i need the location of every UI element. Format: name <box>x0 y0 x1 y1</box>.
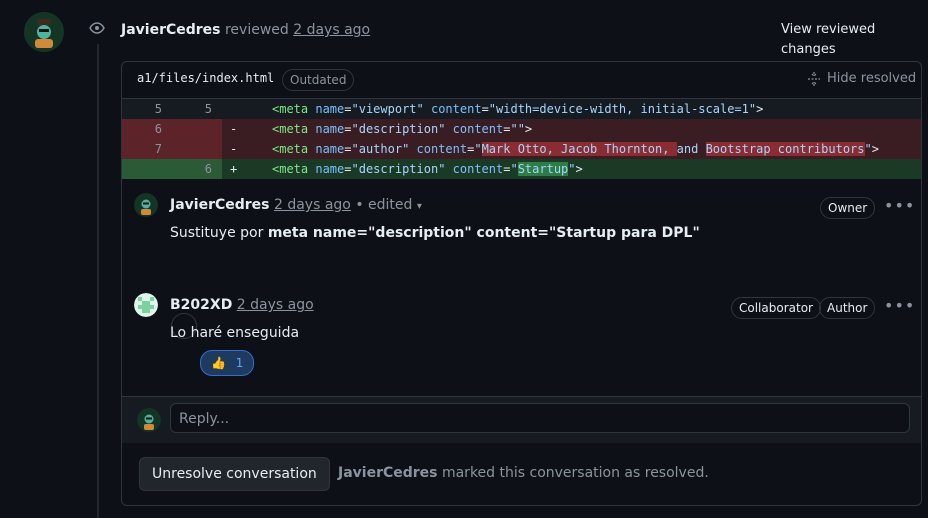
comment-list: JavierCedres 2 days ago • edited ▾ Owner… <box>122 180 921 396</box>
outdated-badge: Outdated <box>282 69 355 91</box>
new-line-number[interactable]: 5 <box>182 99 212 119</box>
hide-resolved-button[interactable]: Hide resolved <box>827 71 916 86</box>
new-line-number[interactable]: 6 <box>182 159 212 179</box>
code-line: <meta name="description" content=""> <box>272 122 533 136</box>
view-reviewed-changes-link[interactable]: View reviewed changes <box>781 20 928 60</box>
collaborator-badge: Collaborator <box>731 297 821 319</box>
old-line-number[interactable]: 7 <box>132 139 162 159</box>
comment-avatar[interactable] <box>134 193 158 217</box>
comment-body: Lo haré enseguida <box>170 325 300 341</box>
edited-label[interactable]: • edited <box>355 197 412 213</box>
diff-view: 5 5 <meta name="viewport" content="width… <box>122 99 921 179</box>
resolved-by-user[interactable]: JavierCedres <box>338 465 438 481</box>
file-path[interactable]: a1/files/index.html <box>137 71 274 85</box>
comment-avatar[interactable] <box>134 293 158 317</box>
old-line-number[interactable]: 6 <box>132 119 162 139</box>
resolved-text: marked this conversation as resolved. <box>441 465 709 481</box>
thumbs-up-reaction[interactable]: 👍 1 <box>200 350 255 376</box>
reply-input[interactable]: Reply... <box>170 403 910 433</box>
diff-line-deleted: 7 - <meta name="author" content="Mark Ot… <box>122 139 921 159</box>
code-line: <meta name="viewport" content="width=dev… <box>272 102 764 116</box>
diff-line: 5 5 <meta name="viewport" content="width… <box>122 99 921 119</box>
review-action: reviewed <box>224 22 289 38</box>
comment-time[interactable]: 2 days ago <box>274 197 351 213</box>
diff-line-added: 6 + <meta name="description" content="St… <box>122 159 921 179</box>
current-user-avatar[interactable] <box>137 408 161 432</box>
diff-sign: - <box>230 142 238 156</box>
reaction-count: 1 <box>235 356 244 370</box>
thumbs-up-icon: 👍 <box>211 356 226 370</box>
old-line-number[interactable]: 5 <box>132 99 162 119</box>
timeline-line <box>97 44 99 518</box>
eye-icon <box>89 20 105 36</box>
comment-body: Sustituye por meta name="description" co… <box>170 225 700 241</box>
fold-icon[interactable] <box>807 71 821 87</box>
kebab-menu-icon[interactable]: ••• <box>884 196 915 215</box>
review-time[interactable]: 2 days ago <box>293 22 370 38</box>
unresolve-conversation-button[interactable]: Unresolve conversation <box>139 457 330 491</box>
comment-author[interactable]: B202XD <box>170 297 232 313</box>
comment-time[interactable]: 2 days ago <box>237 297 314 313</box>
diff-sign: + <box>230 162 238 176</box>
code-line: <meta name="description" content="Startu… <box>272 162 583 176</box>
owner-badge: Owner <box>820 197 876 219</box>
chevron-down-icon[interactable]: ▾ <box>417 201 422 212</box>
review-author[interactable]: JavierCedres <box>121 22 221 38</box>
review-thread: a1/files/index.html Outdated Hide resolv… <box>121 61 922 506</box>
kebab-menu-icon[interactable]: ••• <box>884 296 915 315</box>
reviewer-avatar[interactable] <box>24 12 64 52</box>
reply-row: Reply... <box>122 396 921 443</box>
author-badge: Author <box>819 297 876 319</box>
code-line: <meta name="author" content="Mark Otto, … <box>272 142 879 156</box>
comment-author[interactable]: JavierCedres <box>170 197 270 213</box>
diff-line-deleted: 6 - <meta name="description" content=""> <box>122 119 921 139</box>
diff-sign: - <box>230 122 238 136</box>
file-header: a1/files/index.html Outdated Hide resolv… <box>122 62 921 99</box>
